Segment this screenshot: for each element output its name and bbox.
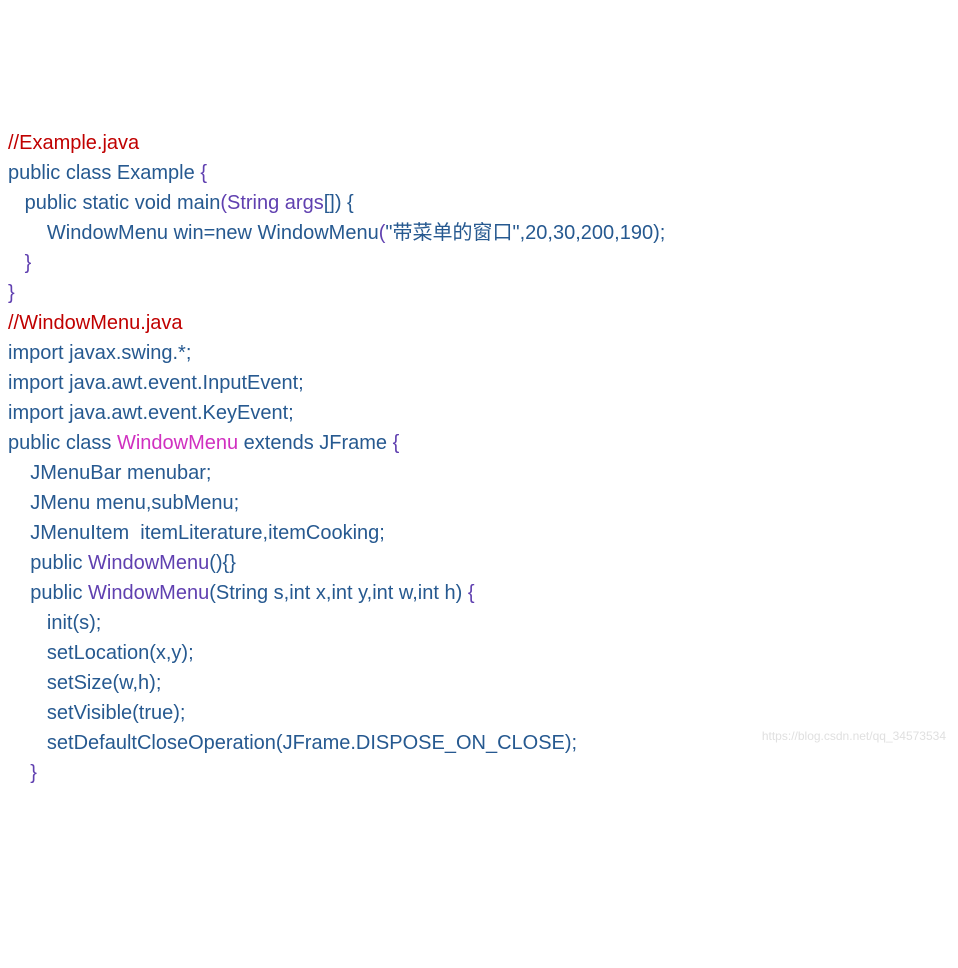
code-text: JMenuItem [8, 522, 140, 544]
code-text: .awt.event.KeyEvent; [106, 402, 294, 424]
code-text: import javax [8, 342, 116, 364]
code-text: public static void main [8, 192, 220, 214]
brace: } [8, 282, 15, 304]
code-text: (String s,int x,int y,int w,int h) [209, 582, 468, 604]
punct: (s); [72, 612, 101, 634]
code-text: setDefaultCloseOperation [8, 732, 276, 754]
code-text: .swing.*; [116, 342, 192, 364]
identifier: itemLiterature,itemCooking; [140, 522, 385, 544]
code-text: setSize [8, 672, 112, 694]
string-literal: "带菜单的窗口" [385, 222, 519, 244]
punct: (){} [209, 552, 236, 574]
number: 200 [581, 222, 614, 244]
brace: { [393, 432, 400, 454]
comment: //Example.java [8, 132, 139, 154]
number: 30 [553, 222, 575, 244]
code-block: //Example.java public class Example { pu… [8, 128, 950, 788]
identifier: menubar; [127, 462, 212, 484]
code-text: public class Example [8, 162, 200, 184]
punct: (JFrame.DISPOSE_ON_CLOSE); [276, 732, 577, 754]
punct: (x,y); [149, 642, 193, 664]
code-text: import java [8, 372, 106, 394]
class-name: WindowMenu [117, 432, 238, 454]
number: 190 [620, 222, 653, 244]
method-name: WindowMenu [88, 582, 209, 604]
brace: { [468, 582, 475, 604]
number: 20 [525, 222, 547, 244]
code-text: .awt.event.InputEvent; [106, 372, 304, 394]
comment: //WindowMenu.java [8, 312, 183, 334]
code-text: public [8, 552, 88, 574]
code-text: WindowMenu win=new WindowMenu [8, 222, 379, 244]
brace: } [8, 252, 31, 274]
code-text: JMenuBar [8, 462, 127, 484]
code-text: extends JFrame [238, 432, 393, 454]
brace: } [8, 762, 37, 784]
punct: (String args [220, 192, 323, 214]
punct: (true); [132, 702, 185, 724]
punct: ); [653, 222, 665, 244]
method-name: WindowMenu [88, 552, 209, 574]
code-text: public [8, 582, 88, 604]
identifier: menu,subMenu; [96, 492, 239, 514]
code-text: JMenu [8, 492, 96, 514]
watermark: https://blog.csdn.net/qq_34573534 [762, 727, 946, 745]
punct: (w,h); [112, 672, 161, 694]
brace: { [200, 162, 207, 184]
code-text: setLocation [8, 642, 149, 664]
code-text: public class [8, 432, 117, 454]
code-text: import java [8, 402, 106, 424]
code-text: init [8, 612, 72, 634]
code-text: setVisible [8, 702, 132, 724]
code-text: []) { [324, 192, 354, 214]
